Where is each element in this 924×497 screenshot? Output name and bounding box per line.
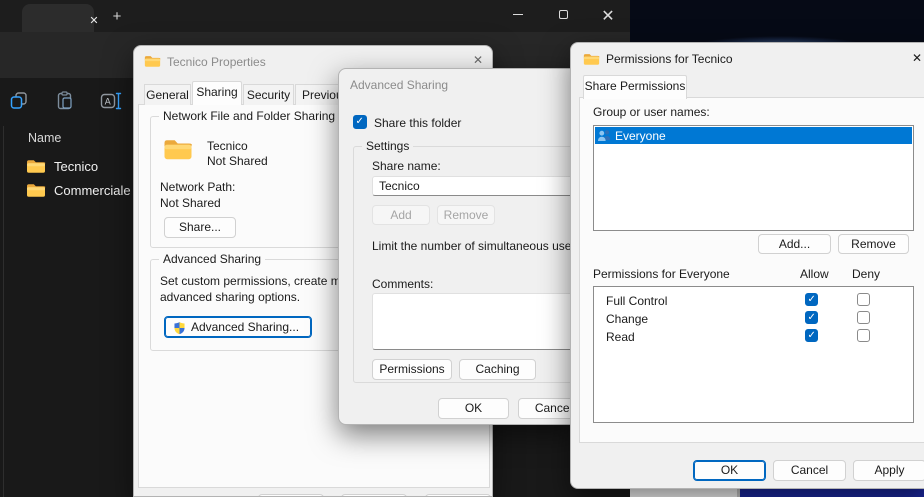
folder-icon [583,52,600,69]
close-icon[interactable]: ✕ [909,50,924,66]
dialog-title: Permissions for Tecnico [606,52,733,66]
group-name: Everyone [615,129,666,143]
ok-button[interactable]: OK [438,398,509,419]
deny-full-control-checkbox[interactable] [857,293,870,306]
caching-button[interactable]: Caching [459,359,536,380]
share-name-label: Share name: [372,159,441,173]
uac-shield-icon [173,321,186,341]
advanced-sharing-button[interactable]: Advanced Sharing... [164,316,312,338]
rename-icon[interactable]: A [100,90,122,112]
pane-divider [3,126,4,497]
folder-icon [163,137,193,164]
deny-column-header: Deny [852,267,880,281]
copy-icon[interactable] [8,90,30,112]
paste-icon[interactable] [54,90,76,112]
settings-group: Settings Share name: Add Remove Limit th… [353,146,575,383]
remove-user-button[interactable]: Remove [838,234,909,254]
explorer-tab-bar: ✕ + ✕ [0,0,630,32]
close-icon[interactable]: ✕ [470,52,486,68]
advanced-sharing-dialog: Advanced Sharing Share this folder Setti… [338,68,575,425]
group-title: Settings [362,139,413,153]
advanced-description-line2: advanced sharing options. [160,290,300,304]
allow-read-checkbox[interactable] [805,329,818,342]
add-user-button[interactable]: Add... [758,234,831,254]
permissions-for-header: Permissions for Everyone [593,267,730,281]
group-title: Advanced Sharing [159,252,265,266]
allow-full-control-checkbox[interactable] [805,293,818,306]
group-or-user-names-label: Group or user names: [593,105,710,119]
permissions-dialog: Permissions for Tecnico ✕ Share Permissi… [570,42,924,489]
file-name: Tecnico [54,159,98,174]
share-this-folder-label: Share this folder [374,116,461,130]
share-this-folder-checkbox[interactable] [353,115,367,129]
file-row-commerciale[interactable]: Commerciale [16,179,128,203]
folder-icon [144,54,161,71]
permissions-button[interactable]: Permissions [372,359,452,380]
window-close-button[interactable]: ✕ [597,6,619,24]
file-row-tecnico[interactable]: Tecnico [16,155,128,179]
advanced-sharing-button-label: Advanced Sharing... [177,320,299,334]
tab-share-permissions[interactable]: Share Permissions [583,75,687,99]
remove-share-button[interactable]: Remove [437,205,495,225]
allow-change-checkbox[interactable] [805,311,818,324]
group-users-icon [597,129,612,145]
folder-icon [26,182,46,201]
cancel-button[interactable]: Cancel [773,460,846,481]
share-button[interactable]: Share... [164,217,236,238]
ok-button[interactable]: OK [693,460,766,481]
column-header-name[interactable]: Name [28,131,61,145]
add-share-button[interactable]: Add [372,205,430,225]
list-item-everyone[interactable]: Everyone [595,127,912,144]
permission-name: Full Control [606,294,667,308]
tab-close-icon[interactable]: ✕ [86,13,102,29]
folder-icon [26,158,46,177]
share-name-input[interactable] [372,176,574,196]
shared-folder-state: Not Shared [207,154,268,168]
shared-folder-name: Tecnico [207,139,248,153]
allow-column-header: Allow [800,267,829,281]
permission-name: Change [606,312,648,326]
tab-security[interactable]: Security [243,84,294,105]
tab-sharing[interactable]: Sharing [192,81,242,105]
new-tab-icon[interactable]: + [108,8,126,26]
file-name: Commerciale [54,183,131,198]
dialog-title: Advanced Sharing [350,78,448,92]
deny-read-checkbox[interactable] [857,329,870,342]
cancel-button[interactable]: Cancel [518,398,575,419]
network-path-label: Network Path: [160,180,235,194]
background-white-strip [630,489,737,497]
dialog-title: Tecnico Properties [167,55,266,69]
permission-name: Read [606,330,635,344]
comments-textarea[interactable] [372,293,574,350]
background-blue-strip [740,489,924,497]
group-title: Network File and Folder Sharing [159,109,339,123]
window-minimize-button[interactable] [507,6,529,24]
network-path-value: Not Shared [160,196,221,210]
permissions-listbox[interactable]: Full Control Change Read [593,286,914,423]
tab-general[interactable]: General [144,84,191,105]
screen: ✕ + ✕ › T [0,0,924,497]
window-maximize-button[interactable] [552,6,574,24]
deny-change-checkbox[interactable] [857,311,870,324]
comments-label: Comments: [372,277,433,291]
explorer-active-tab[interactable]: ✕ [22,4,94,32]
svg-text:A: A [105,98,112,108]
apply-button[interactable]: Apply [853,460,924,481]
limit-users-label: Limit the number of simultaneous users t… [372,239,575,253]
group-user-listbox[interactable]: Everyone [593,125,914,231]
